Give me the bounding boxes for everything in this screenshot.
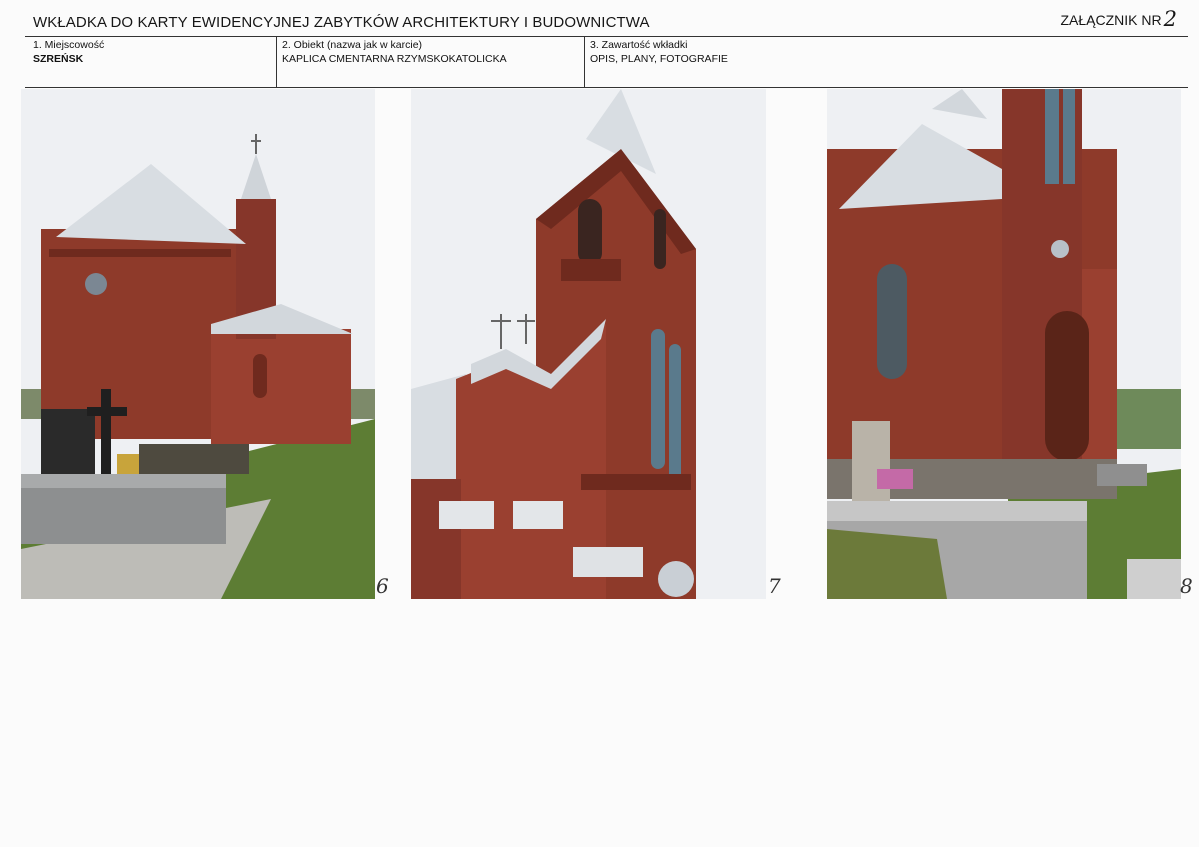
document-title: WKŁADKA DO KARTY EWIDENCYJNEJ ZABYTKÓW A… — [33, 14, 650, 31]
annex-label-text: ZAŁĄCZNIK NR — [1060, 12, 1162, 28]
photo-chapel-rear-view — [21, 89, 375, 599]
photo-number-6: 6 — [376, 574, 389, 598]
document-sheet: WKŁADKA DO KARTY EWIDENCYJNEJ ZABYTKÓW A… — [0, 0, 1199, 847]
field-locality-value: SZREŃSK — [33, 53, 84, 65]
field-object-label: 2. Obiekt (nazwa jak w karcie) — [282, 39, 423, 51]
photo-chapel-side-entrance — [827, 89, 1181, 599]
photo-number-7: 7 — [768, 574, 781, 598]
header-rule-top — [25, 36, 1188, 37]
field-locality-label: 1. Miejscowość — [33, 39, 105, 51]
field-object-value: KAPLICA CMENTARNA RZYMSKOKATOLICKA — [282, 53, 507, 65]
field-contents-value: OPIS, PLANY, FOTOGRAFIE — [590, 53, 728, 65]
annex-number: 2 — [1163, 7, 1177, 31]
chapel-rear-view-image — [21, 89, 375, 599]
field-divider — [584, 36, 585, 88]
field-contents: 3. Zawartość wkładki OPIS, PLANY, FOTOGR… — [590, 38, 990, 86]
field-locality: 1. Miejscowość SZREŃSK — [33, 38, 273, 86]
photo-tower-detail — [411, 89, 766, 599]
field-divider — [276, 36, 277, 88]
header-rule-bottom — [25, 87, 1188, 88]
photo-number-8: 8 — [1180, 574, 1193, 598]
field-contents-label: 3. Zawartość wkładki — [590, 39, 688, 51]
annex-label: ZAŁĄCZNIK NR 2 — [1060, 7, 1178, 31]
chapel-side-entrance-image — [827, 89, 1181, 599]
field-object: 2. Obiekt (nazwa jak w karcie) KAPLICA C… — [282, 38, 582, 86]
tower-detail-image — [411, 89, 766, 599]
